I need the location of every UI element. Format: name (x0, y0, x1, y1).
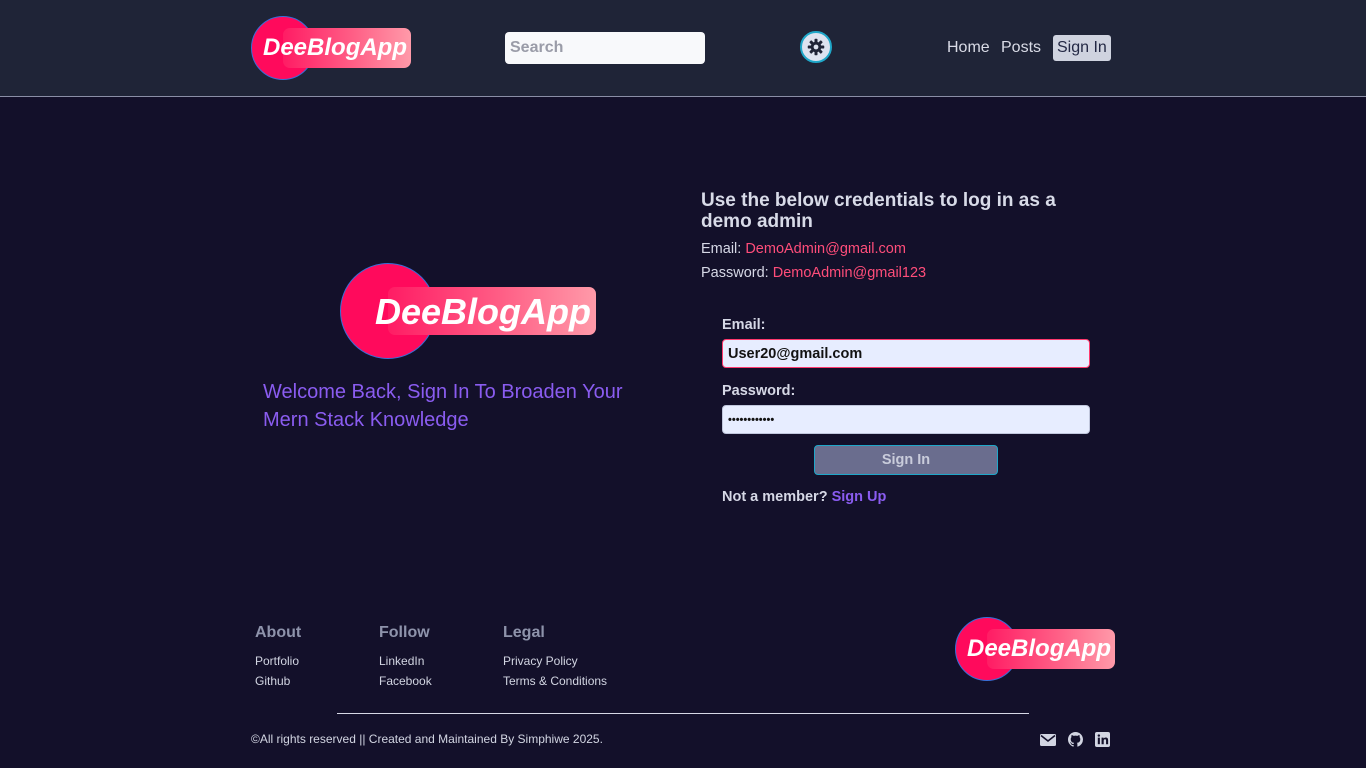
linkedin-icon[interactable] (1094, 732, 1110, 747)
nav-home[interactable]: Home (947, 35, 990, 61)
footer-link-github[interactable]: Github (255, 674, 290, 688)
logo-text: DeeBlogApp (263, 34, 407, 61)
nav-posts[interactable]: Posts (1001, 35, 1041, 61)
site-header: DeeBlogApp Home Posts Sign In (0, 0, 1366, 97)
footer-link-linkedin[interactable]: LinkedIn (379, 654, 424, 668)
email-field[interactable] (722, 339, 1090, 368)
header-logo[interactable]: DeeBlogApp (251, 16, 411, 80)
demo-password-line: Password: DemoAdmin@gmail123 (701, 265, 926, 281)
footer-link-privacy[interactable]: Privacy Policy (503, 654, 578, 668)
gear-icon (807, 38, 825, 56)
hero-logo: DeeBlogApp (340, 263, 596, 359)
footer-heading-follow: Follow (379, 624, 430, 641)
nav-sign-in[interactable]: Sign In (1053, 35, 1111, 61)
logo-text: DeeBlogApp (375, 291, 591, 332)
search-input[interactable] (505, 32, 705, 64)
demo-email-value: DemoAdmin@gmail.com (745, 241, 906, 257)
demo-email-label: Email: (701, 241, 742, 257)
github-icon[interactable] (1067, 732, 1083, 747)
footer-heading-about: About (255, 624, 302, 641)
not-member-text: Not a member? (722, 489, 828, 505)
footer-divider (337, 713, 1029, 714)
logo-text: DeeBlogApp (967, 635, 1111, 662)
demo-email-line: Email: DemoAdmin@gmail.com (701, 241, 906, 257)
footer-link-facebook[interactable]: Facebook (379, 674, 432, 688)
demo-password-label: Password: (701, 265, 769, 281)
mail-icon[interactable] (1040, 732, 1056, 747)
password-field[interactable] (722, 405, 1090, 434)
demo-password-value: DemoAdmin@gmail123 (772, 265, 927, 281)
demo-credentials-title: Use the below credentials to log in as a… (701, 190, 1056, 232)
sign-in-button[interactable]: Sign In (814, 445, 998, 475)
sign-up-link[interactable]: Sign Up (832, 489, 887, 505)
footer-logo[interactable]: DeeBlogApp (955, 617, 1115, 681)
footer-heading-legal: Legal (503, 624, 545, 641)
welcome-message: Welcome Back, Sign In To Broaden Your Me… (263, 381, 623, 431)
footer-link-portfolio[interactable]: Portfolio (255, 654, 299, 668)
theme-toggle-button[interactable] (800, 31, 832, 63)
signup-prompt: Not a member? Sign Up (722, 489, 886, 505)
copyright-text: ©All rights reserved || Created and Main… (251, 732, 603, 746)
footer-link-terms[interactable]: Terms & Conditions (503, 674, 607, 688)
email-label: Email: (722, 317, 766, 333)
password-label: Password: (722, 383, 796, 399)
